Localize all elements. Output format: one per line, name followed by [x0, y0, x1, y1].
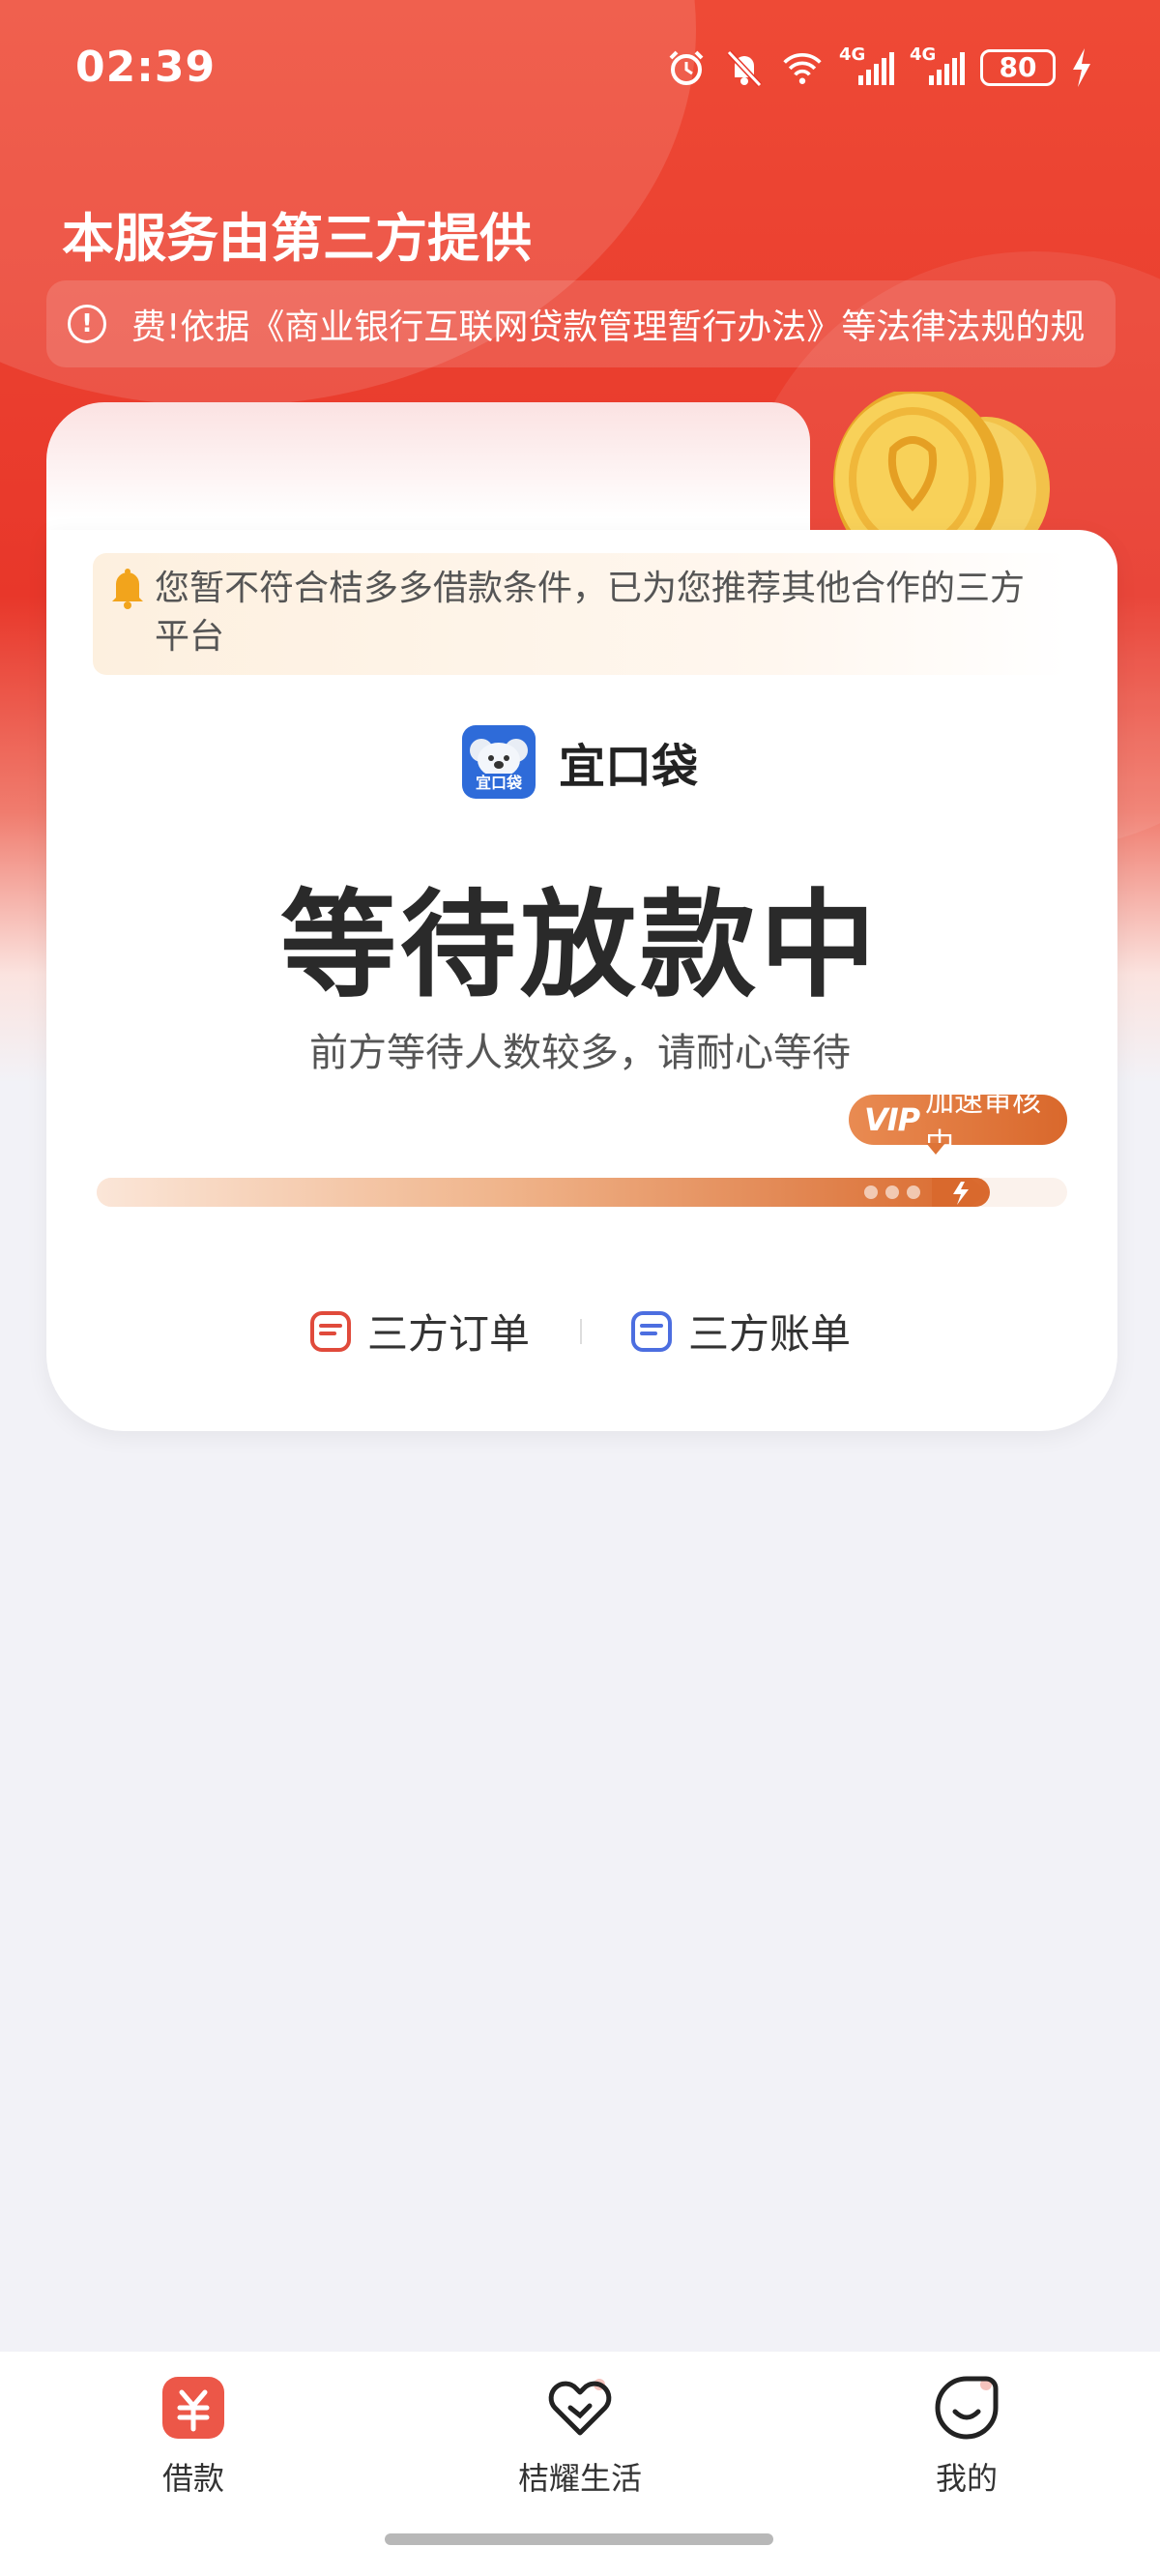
order-doc-icon [309, 1310, 351, 1352]
bell-muted-icon [726, 49, 763, 87]
cellular-signal-icon: 4G [910, 44, 965, 85]
partner-platform[interactable]: 宜口袋 宜口袋 [0, 725, 1160, 799]
partner-name: 宜口袋 [558, 740, 698, 794]
third-party-bills-label: 三方账单 [688, 1310, 852, 1358]
page-title: 本服务由第三方提供 [62, 208, 532, 269]
bill-doc-icon [631, 1310, 672, 1352]
wifi-icon [783, 52, 822, 84]
yuan-icon [162, 2377, 224, 2439]
nav-label: 我的 [935, 2460, 998, 2497]
home-indicator[interactable] [385, 2533, 773, 2545]
status-time: 02:39 [75, 43, 217, 92]
nav-label: 借款 [161, 2460, 224, 2497]
koala-logo-icon: 宜口袋 [461, 725, 536, 799]
bell-icon [112, 569, 143, 609]
network-type-label: 4G [839, 44, 866, 65]
cellular-signal-icon: 4G [839, 44, 894, 85]
progress-dot [864, 1186, 878, 1199]
ineligible-text: 您暂不符合桔多多借款条件，已为您推荐其他合作的三方平台 [155, 569, 1026, 657]
notice-text: 费!依据《商业银行互联网贷款管理暂行办法》等法律法规的规 [131, 307, 1086, 347]
link-divider [580, 1318, 582, 1344]
third-party-links: 三方订单 三方账单 [0, 1302, 1160, 1361]
partner-logo-text: 宜口袋 [475, 774, 522, 792]
third-party-orders-button[interactable]: 三方订单 [309, 1302, 530, 1361]
vip-label: 加速审核中 [925, 1085, 1042, 1161]
ineligible-notice: 您暂不符合桔多多借款条件，已为您推荐其他合作的三方平台 [93, 553, 1069, 675]
heart-check-icon [548, 2379, 612, 2436]
alert-icon: ! [68, 305, 106, 343]
charging-icon [1073, 48, 1090, 87]
vip-review-badge: VIP 加速审核中 [849, 1085, 1067, 1161]
third-party-orders-label: 三方订单 [366, 1310, 530, 1358]
progress-dot [907, 1186, 920, 1199]
nav-label: 桔耀生活 [517, 2460, 642, 2497]
notice-marquee[interactable]: ! 费!依据《商业银行互联网贷款管理暂行办法》等法律法规的规 [46, 280, 1116, 367]
status-bar: 02:39 4G 4G 80 [0, 0, 1160, 135]
third-party-bills-button[interactable]: 三方账单 [630, 1302, 851, 1361]
smile-icon [935, 2376, 999, 2440]
progress-dot [885, 1186, 899, 1199]
rocket-arrow-icon [932, 1178, 988, 1207]
alarm-icon [669, 50, 704, 85]
network-type-label: 4G [910, 44, 937, 65]
nav-item-mine[interactable]: 我的 [870, 2375, 1063, 2499]
progress-fill [97, 1178, 990, 1207]
vip-tag: VIP [864, 1101, 920, 1138]
status-icons: 4G 4G 80 [665, 44, 1092, 87]
nav-item-life[interactable]: 桔耀生活 [483, 2375, 677, 2499]
progress-track [97, 1178, 1067, 1207]
loan-status-title: 等待放款中 [280, 879, 880, 1013]
battery-indicator: 80 [980, 49, 1056, 86]
nav-item-loan[interactable]: 借款 [97, 2375, 290, 2499]
loan-status-subtitle: 前方等待人数较多，请耐心等待 [309, 1031, 851, 1075]
